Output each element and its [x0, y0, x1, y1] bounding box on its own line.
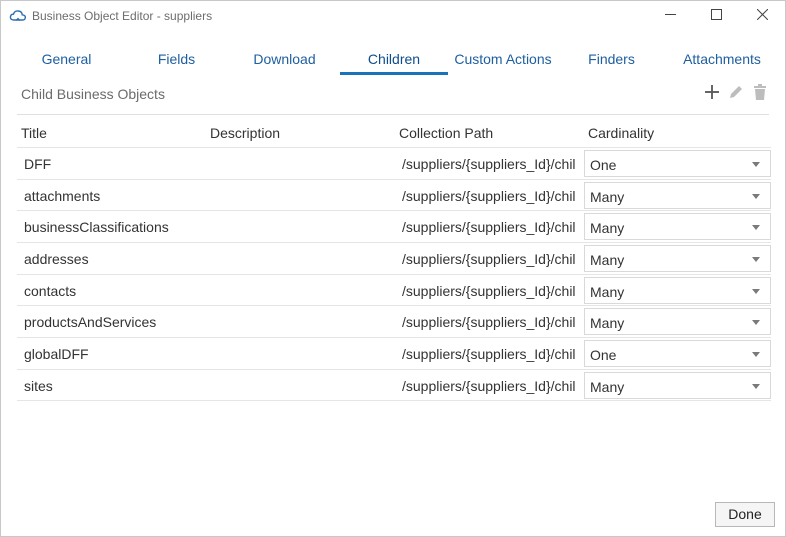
row-title: globalDFF — [24, 346, 89, 363]
tab-bar: General Fields Download Children Custom … — [1, 45, 786, 75]
child-objects-table: Title Description Collection Path Cardin… — [17, 119, 771, 401]
chevron-down-icon — [752, 257, 760, 263]
close-icon — [756, 7, 768, 25]
chevron-down-icon — [752, 320, 760, 326]
table-row[interactable]: addresses /suppliers/{suppliers_Id}/chil… — [17, 242, 771, 274]
tab-attachments[interactable]: Attachments — [673, 45, 771, 75]
tab-custom-actions[interactable]: Custom Actions — [448, 45, 558, 75]
tab-children[interactable]: Children — [340, 45, 448, 75]
cardinality-value: Many — [590, 252, 625, 269]
active-tab-indicator — [340, 72, 448, 75]
cardinality-value: Many — [590, 378, 625, 395]
minimize-icon — [664, 7, 676, 25]
row-collection-path: /suppliers/{suppliers_Id}/chil — [402, 219, 576, 236]
column-header-description: Description — [210, 125, 281, 141]
row-collection-path: /suppliers/{suppliers_Id}/chil — [402, 346, 576, 363]
cardinality-select[interactable]: Many — [584, 213, 771, 241]
column-header-title: Title — [21, 125, 47, 141]
tab-fields[interactable]: Fields — [129, 45, 224, 75]
column-header-cardinality: Cardinality — [588, 125, 655, 141]
row-collection-path: /suppliers/{suppliers_Id}/chil — [402, 156, 576, 172]
cardinality-select[interactable]: Many — [584, 308, 771, 336]
table-row[interactable]: globalDFF /suppliers/{suppliers_Id}/chil… — [17, 337, 771, 369]
cardinality-value: Many — [590, 315, 625, 332]
window-title: Business Object Editor - suppliers — [32, 9, 213, 23]
row-title: addresses — [24, 251, 89, 268]
cardinality-select[interactable]: Many — [584, 276, 771, 304]
chevron-down-icon — [752, 225, 760, 231]
section-title: Child Business Objects — [21, 86, 165, 102]
row-collection-path: /suppliers/{suppliers_Id}/chil — [402, 377, 576, 394]
cardinality-value: One — [590, 347, 617, 364]
row-collection-path: /suppliers/{suppliers_Id}/chil — [402, 187, 576, 204]
tab-download[interactable]: Download — [237, 45, 332, 75]
add-button[interactable] — [701, 83, 723, 105]
row-collection-path: /suppliers/{suppliers_Id}/chil — [402, 282, 576, 299]
tab-finders[interactable]: Finders — [564, 45, 659, 75]
chevron-down-icon — [752, 352, 760, 358]
cardinality-select[interactable]: Many — [584, 245, 771, 273]
tab-label: Finders — [588, 51, 635, 67]
delete-icon — [753, 83, 767, 105]
row-title: businessClassifications — [24, 219, 169, 236]
cardinality-select[interactable]: Many — [584, 371, 771, 399]
edit-button[interactable] — [725, 83, 747, 105]
cardinality-value: One — [590, 157, 617, 173]
cardinality-select[interactable]: One — [584, 150, 771, 177]
table-row[interactable]: sites /suppliers/{suppliers_Id}/chil Man… — [17, 368, 771, 401]
row-title: sites — [24, 377, 53, 394]
row-title: DFF — [24, 156, 52, 172]
row-title: attachments — [24, 187, 101, 204]
delete-button[interactable] — [749, 83, 771, 105]
chevron-down-icon — [752, 162, 760, 167]
table-row[interactable]: DFF /suppliers/{suppliers_Id}/chil One — [17, 147, 771, 179]
tab-label: Custom Actions — [454, 51, 552, 67]
edit-icon — [728, 84, 744, 105]
row-collection-path: /suppliers/{suppliers_Id}/chil — [402, 251, 576, 268]
add-icon — [705, 84, 719, 104]
table-row[interactable]: attachments /suppliers/{suppliers_Id}/ch… — [17, 178, 771, 211]
business-object-editor-window: Business Object Editor - suppliers Gener… — [0, 0, 786, 537]
chevron-down-icon — [752, 193, 760, 199]
tab-label: Children — [367, 51, 421, 67]
tab-label: General — [41, 51, 92, 67]
cardinality-value: Many — [590, 283, 625, 300]
column-header-collection-path: Collection Path — [399, 125, 494, 141]
table-row[interactable]: contacts /suppliers/{suppliers_Id}/chil … — [17, 273, 771, 306]
chevron-down-icon — [752, 383, 760, 389]
tab-general[interactable]: General — [19, 45, 114, 75]
close-button[interactable] — [739, 1, 785, 31]
section-toolbar — [701, 83, 771, 105]
done-button[interactable]: Done — [715, 502, 775, 527]
cloud-app-icon — [9, 8, 27, 24]
title-bar: Business Object Editor - suppliers — [1, 1, 786, 33]
row-title: contacts — [24, 282, 77, 299]
cardinality-value: Many — [590, 220, 625, 237]
maximize-icon — [710, 7, 722, 25]
table-header: Title Description Collection Path Cardin… — [17, 119, 771, 147]
tab-label: Download — [253, 51, 316, 67]
cardinality-value: Many — [590, 188, 625, 205]
maximize-button[interactable] — [693, 1, 739, 31]
table-row[interactable]: productsAndServices /suppliers/{supplier… — [17, 305, 771, 337]
chevron-down-icon — [752, 288, 760, 294]
section-divider — [17, 114, 769, 115]
cardinality-select[interactable]: Many — [584, 181, 771, 209]
table-row[interactable]: businessClassifications /suppliers/{supp… — [17, 210, 771, 242]
row-collection-path: /suppliers/{suppliers_Id}/chil — [402, 314, 576, 331]
tab-label: Attachments — [683, 51, 761, 67]
minimize-button[interactable] — [647, 1, 693, 31]
row-title: productsAndServices — [24, 314, 157, 331]
tab-label: Fields — [157, 51, 196, 67]
cardinality-select[interactable]: One — [584, 340, 771, 368]
